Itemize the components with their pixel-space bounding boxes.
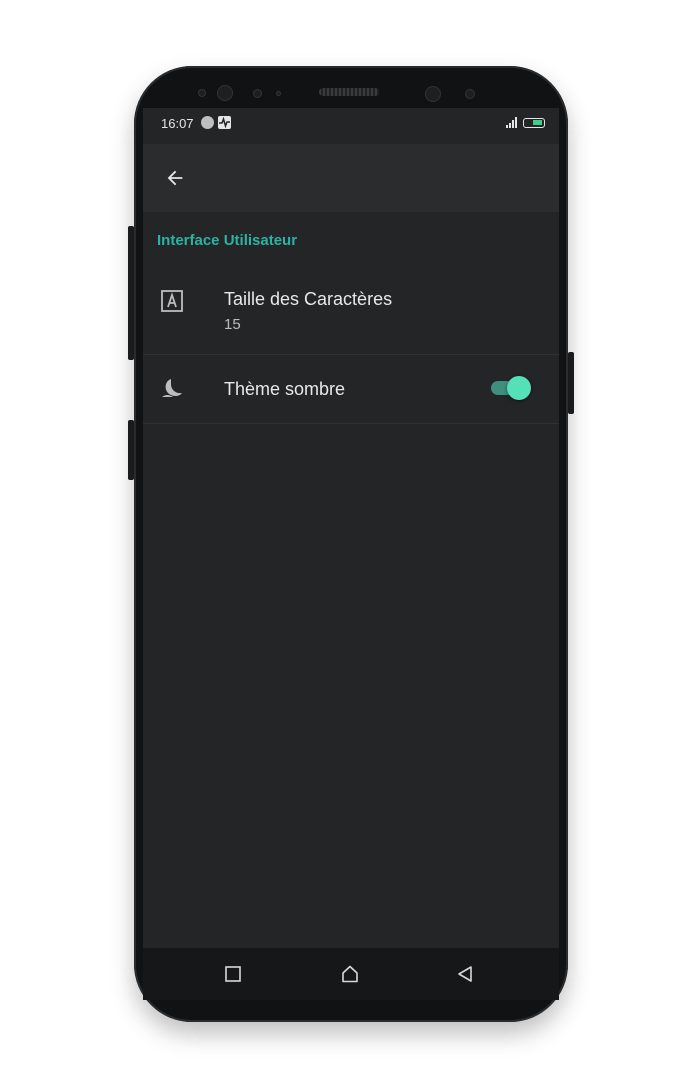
- navigation-bar: [143, 948, 559, 1000]
- screen: 16:07 Interface Utilisateur Taille des C…: [143, 108, 559, 1000]
- sensor-dot-icon: [198, 89, 206, 97]
- app-bar: [143, 144, 559, 212]
- status-notifications: [201, 116, 231, 129]
- pref-font-size-value: 15: [224, 316, 241, 333]
- activity-pulse-icon: [218, 116, 231, 129]
- sensor-dot-icon: [253, 89, 262, 98]
- iris-camera-icon: [425, 86, 441, 102]
- toggle-thumb: [507, 376, 531, 400]
- phone-bixby-button: [128, 420, 134, 480]
- signal-icon: [506, 117, 517, 128]
- status-right-icons: [506, 117, 545, 128]
- back-triangle-icon: [458, 966, 472, 982]
- font-size-icon: [159, 288, 185, 314]
- pref-font-size[interactable]: Taille des Caractères 15: [143, 268, 559, 355]
- front-camera-icon: [217, 85, 233, 101]
- phone-power-button: [568, 352, 574, 414]
- recent-apps-button[interactable]: [221, 962, 245, 986]
- battery-charging-icon: [523, 118, 545, 128]
- recent-apps-icon: [225, 966, 241, 982]
- earpiece-speaker: [319, 88, 379, 96]
- back-button[interactable]: [159, 162, 191, 194]
- home-icon: [342, 965, 358, 983]
- moon-icon: [159, 376, 185, 402]
- status-bar: 16:07: [143, 108, 559, 142]
- nav-back-button[interactable]: [453, 962, 477, 986]
- pref-dark-theme-title: Thème sombre: [224, 379, 346, 399]
- sensor-dot-icon: [276, 91, 281, 96]
- home-button[interactable]: [338, 962, 362, 986]
- section-header: Interface Utilisateur: [157, 232, 298, 249]
- phone-volume-button: [128, 226, 134, 360]
- pref-font-size-title: Taille des Caractères: [224, 289, 393, 309]
- notification-circle-icon: [201, 116, 214, 129]
- dark-theme-toggle[interactable]: [489, 376, 531, 400]
- status-time: 16:07: [161, 116, 194, 131]
- pref-dark-theme[interactable]: Thème sombre: [143, 355, 559, 424]
- arrow-left-icon: [167, 170, 183, 186]
- sensor-dot-icon: [465, 89, 475, 99]
